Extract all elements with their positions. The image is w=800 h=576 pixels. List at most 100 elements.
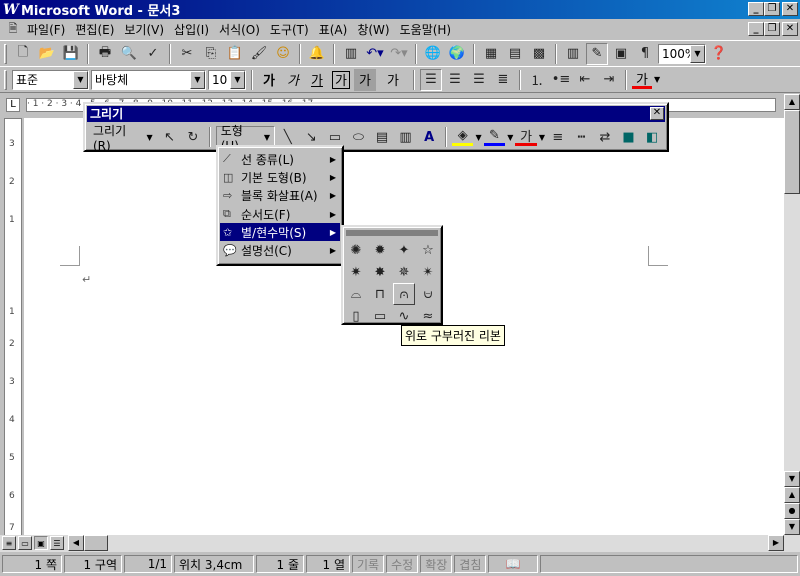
menu-tools[interactable]: 도구(T)	[265, 21, 314, 39]
shade-char-button[interactable]: 가	[354, 68, 376, 91]
ribbon-down-icon[interactable]: ⊓	[369, 283, 391, 305]
bold-button[interactable]: 가	[258, 69, 280, 91]
star-24-icon[interactable]: ✵	[393, 261, 415, 283]
save-icon[interactable]: 💾	[60, 43, 82, 65]
align-justify-icon[interactable]: ☰	[420, 68, 442, 91]
menu-item-basic-shapes[interactable]: ◫ 기본 도형(B) ▶	[220, 168, 340, 186]
fill-color-icon[interactable]: ◈	[451, 128, 474, 146]
chevron-down-icon[interactable]: ▼	[539, 133, 545, 142]
columns-icon[interactable]: ▥	[340, 43, 362, 65]
insert-table-icon[interactable]: ▤	[504, 43, 526, 65]
arrow-style-icon[interactable]: ⇄	[594, 126, 616, 148]
scroll-right-icon[interactable]: ▶	[768, 535, 784, 551]
double-wave-icon[interactable]: ≈	[417, 305, 439, 327]
select-objects-icon[interactable]: ↖	[159, 126, 181, 148]
line-style-icon[interactable]: ≡	[547, 126, 569, 148]
font-size-combo[interactable]: 10 ▼	[208, 69, 246, 90]
style-combo[interactable]: 표준 ▼	[12, 69, 89, 90]
underline-button[interactable]: 가	[306, 69, 328, 91]
menu-item-stars-banners[interactable]: ✩ 별/현수막(S) ▶	[220, 223, 340, 242]
tables-borders-icon[interactable]: ▦	[480, 43, 502, 65]
restore-button[interactable]: ❐	[764, 2, 780, 16]
toolbar-grip[interactable]	[4, 43, 7, 64]
menu-window[interactable]: 창(W)	[352, 21, 394, 39]
status-ovr[interactable]: 겹침	[454, 555, 487, 573]
curved-ribbon-down-icon[interactable]: ⩁	[417, 283, 439, 305]
minimize-button[interactable]: _	[748, 2, 764, 16]
new-icon[interactable]: 🗋	[12, 43, 34, 65]
draw-menu-button[interactable]: 그리기(R) ▼	[89, 124, 157, 153]
numbering-icon[interactable]: ⒈	[526, 69, 548, 91]
print-preview-icon[interactable]: 🔍	[118, 43, 140, 65]
spelling-icon[interactable]: ✓	[142, 43, 164, 65]
page-view-icon[interactable]: ▣	[34, 536, 48, 550]
star-5-icon[interactable]: ☆	[417, 239, 439, 261]
status-ext[interactable]: 확장	[420, 555, 453, 573]
menu-format[interactable]: 서식(O)	[214, 21, 265, 39]
doc-restore-button[interactable]: ❐	[764, 22, 780, 36]
font-color-icon[interactable]: 가	[515, 128, 537, 146]
hscroll-thumb[interactable]	[84, 535, 108, 551]
show-hide-icon[interactable]: ¶	[634, 43, 656, 65]
chevron-down-icon[interactable]: ▼	[73, 70, 88, 89]
decrease-indent-icon[interactable]: ⇤	[574, 69, 596, 91]
scroll-thumb[interactable]	[784, 110, 800, 194]
increase-indent-icon[interactable]: ⇥	[598, 69, 620, 91]
ribbon-up-icon[interactable]: ⌓	[345, 283, 367, 305]
cut-icon[interactable]: ✂	[176, 43, 198, 65]
paste-icon[interactable]: 📋	[224, 43, 246, 65]
scroll-left-icon[interactable]: ◀	[68, 535, 84, 551]
align-center-icon[interactable]: ☰	[444, 69, 466, 91]
print-icon[interactable]: 🖶	[94, 43, 116, 65]
tab-selector-icon[interactable]: L	[6, 98, 20, 112]
chevron-down-icon[interactable]: ▼	[654, 75, 660, 84]
scroll-up-icon[interactable]: ▲	[784, 94, 800, 110]
italic-button[interactable]: 가	[282, 69, 304, 91]
outline-view-icon[interactable]: ☰	[50, 536, 64, 550]
menu-insert[interactable]: 삽입(I)	[169, 21, 214, 39]
free-rotate-icon[interactable]: ↻	[182, 126, 204, 148]
status-trk[interactable]: 수정	[386, 555, 419, 573]
doc-minimize-button[interactable]: _	[748, 22, 764, 36]
zoom-combo[interactable]: 100% ▼	[658, 43, 706, 64]
line-color-icon[interactable]: ✎	[483, 128, 506, 146]
hyperlink-icon[interactable]: 🌍	[446, 43, 468, 65]
chevron-down-icon[interactable]: ▼	[507, 133, 513, 142]
columns2-icon[interactable]: ▥	[562, 43, 584, 65]
online-view-icon[interactable]: ▭	[18, 536, 32, 550]
drawing-icon[interactable]: ✎	[586, 42, 608, 65]
format-painter-icon[interactable]: 🖌	[248, 43, 270, 65]
horizontal-scrollbar[interactable]: ≡ ▭ ▣ ☰ ◀ ▶	[0, 535, 800, 552]
web-icon[interactable]: 🌐	[422, 43, 444, 65]
explosion-1-icon[interactable]: ✺	[345, 239, 367, 261]
menu-edit[interactable]: 편집(E)	[70, 21, 119, 39]
menu-item-lines[interactable]: ⟋ 선 종류(L) ▶	[220, 150, 340, 168]
vertical-scroll-icon[interactable]: ▯	[345, 305, 367, 327]
menu-file[interactable]: 파일(F)	[22, 21, 70, 39]
bullets-icon[interactable]: •≡	[550, 69, 572, 91]
wordart-icon[interactable]: A	[418, 126, 440, 148]
oval-icon[interactable]: ⬭	[348, 126, 370, 148]
help-icon[interactable]: ❓	[708, 43, 730, 65]
scroll-down-icon[interactable]: ▼	[784, 471, 800, 487]
document-icon[interactable]: 🗎	[4, 21, 22, 39]
star-4-icon[interactable]: ✦	[393, 239, 415, 261]
menu-view[interactable]: 보기(V)	[119, 21, 169, 39]
copy-icon[interactable]: ⎘	[200, 43, 222, 65]
star-8-icon[interactable]: ✷	[345, 261, 367, 283]
drawing-toolbar-title[interactable]: 그리기 ✕	[87, 106, 665, 122]
wave-icon[interactable]: ∿	[393, 305, 415, 327]
next-page-icon[interactable]: ▼	[784, 519, 800, 535]
bell-icon[interactable]: 🔔	[306, 43, 328, 65]
chevron-down-icon[interactable]: ▼	[475, 133, 481, 142]
vertical-text-box-icon[interactable]: ▥	[395, 126, 417, 148]
menu-item-flowchart[interactable]: ⧉ 순서도(F) ▶	[220, 205, 340, 223]
font-color-button[interactable]: 가	[632, 71, 652, 89]
chevron-down-icon[interactable]: ▼	[690, 44, 705, 63]
horizontal-scroll-icon[interactable]: ▭	[369, 305, 391, 327]
spelling-status-icon[interactable]: 📖	[488, 555, 539, 573]
vertical-ruler[interactable]: 3 2 1 1 2 3 4 5 6 7	[4, 118, 22, 536]
menu-item-block-arrows[interactable]: ⇨ 블록 화살표(A) ▶	[220, 187, 340, 205]
curved-ribbon-up-icon[interactable]: ⩀	[393, 283, 415, 305]
doc-map-icon[interactable]: ▣	[610, 43, 632, 65]
